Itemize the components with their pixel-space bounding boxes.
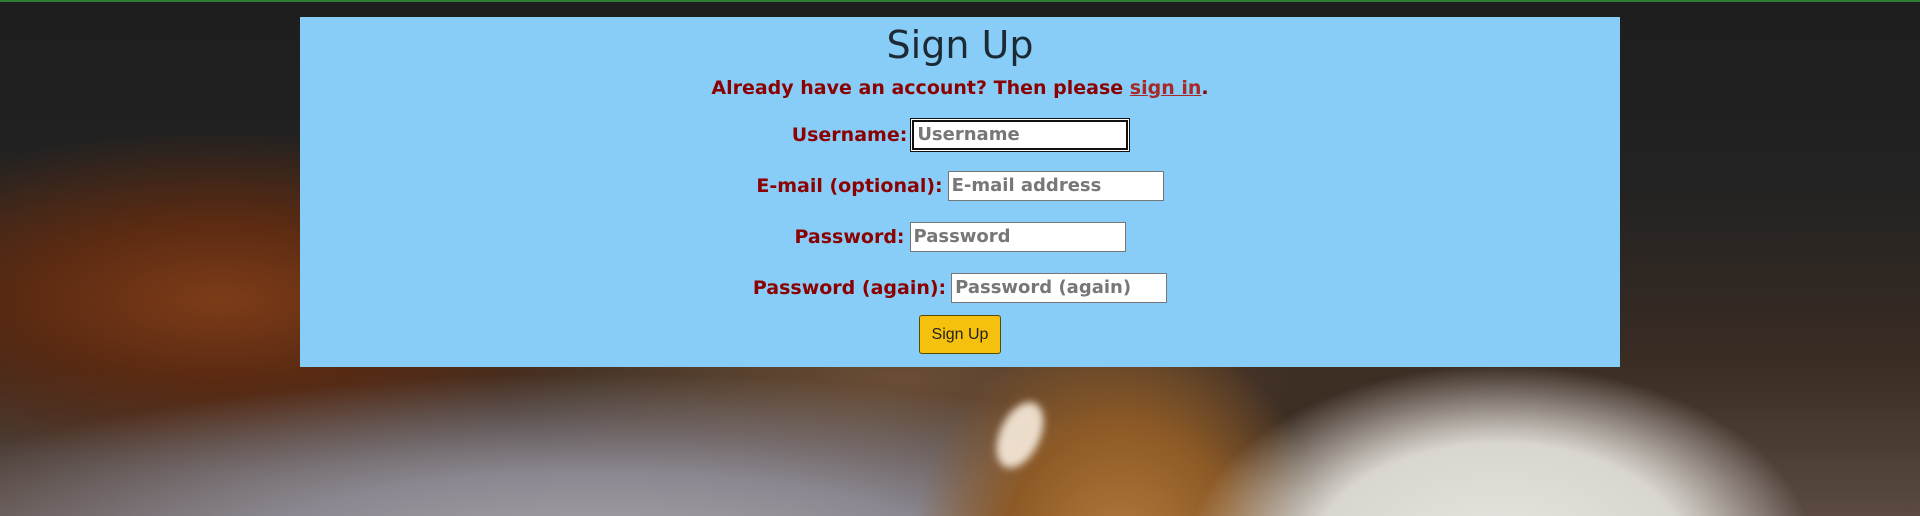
form-row-password-again: Password (again): (300, 262, 1620, 313)
page-title: Sign Up (886, 23, 1034, 67)
signup-form: Username: E-mail (optional): Password: P… (300, 109, 1620, 354)
signin-prompt-text: Already have an account? Then please (711, 77, 1124, 99)
password-again-input[interactable] (951, 272, 1168, 303)
password-again-label: Password (again): (752, 276, 947, 299)
top-accent-line (0, 0, 1920, 2)
signup-button[interactable]: Sign Up (919, 315, 1001, 354)
username-label: Username: (791, 123, 908, 146)
form-row-email: E-mail (optional): (300, 160, 1620, 211)
password-input[interactable] (909, 221, 1126, 252)
signin-prompt-suffix: . (1201, 77, 1209, 99)
signup-panel: Sign Up Already have an account? Then pl… (300, 17, 1620, 367)
password-label: Password: (794, 225, 905, 248)
form-row-password: Password: (300, 211, 1620, 262)
email-label: E-mail (optional): (756, 174, 943, 197)
submit-row: Sign Up (300, 315, 1620, 354)
username-input[interactable] (911, 118, 1130, 151)
signin-link[interactable]: sign in (1130, 77, 1202, 99)
form-row-username: Username: (300, 109, 1620, 160)
page: Sign Up Already have an account? Then pl… (0, 0, 1920, 516)
email-input[interactable] (947, 170, 1164, 201)
signin-prompt: Already have an account? Then please sig… (300, 76, 1620, 100)
